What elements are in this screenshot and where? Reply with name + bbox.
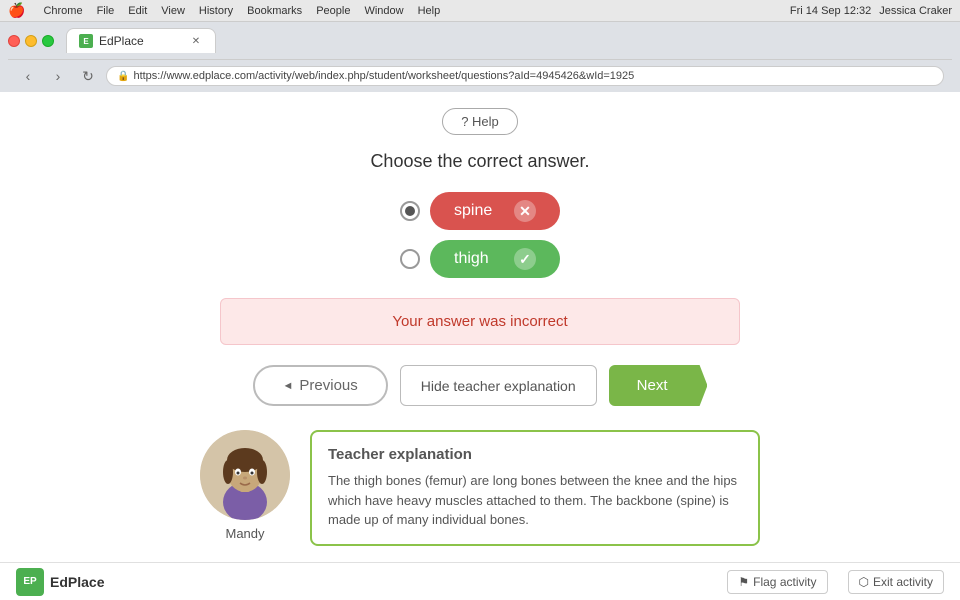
- next-button[interactable]: Next: [609, 365, 708, 406]
- option-thigh[interactable]: thigh ✓: [430, 240, 560, 278]
- menu-view[interactable]: View: [161, 5, 185, 17]
- footer-logo: EP EdPlace: [16, 568, 104, 596]
- menu-history[interactable]: History: [199, 5, 233, 17]
- option-row-spine: spine ✕: [400, 192, 560, 230]
- mac-menubar: 🍎 Chrome File Edit View History Bookmark…: [0, 0, 960, 22]
- exit-icon: ⬡: [859, 575, 869, 589]
- address-text: https://www.edplace.com/activity/web/ind…: [133, 70, 634, 82]
- menubar-right: Fri 14 Sep 12:32 Jessica Craker: [790, 5, 952, 17]
- option-spine[interactable]: spine ✕: [430, 192, 560, 230]
- help-button[interactable]: ? Help: [442, 108, 518, 135]
- exit-activity-button[interactable]: ⬡ Exit activity: [848, 570, 945, 594]
- browser-tab[interactable]: E EdPlace ✕: [66, 28, 216, 53]
- page-content: ? Help Choose the correct answer. spine …: [0, 92, 960, 598]
- reload-button[interactable]: ↻: [76, 64, 100, 88]
- menubar-user: Jessica Craker: [879, 5, 952, 17]
- menu-window[interactable]: Window: [364, 5, 403, 17]
- tab-title: EdPlace: [99, 34, 144, 48]
- address-bar-row: ‹ › ↻ 🔒 https://www.edplace.com/activity…: [8, 59, 952, 92]
- edplace-logo-icon: EP: [16, 568, 44, 596]
- teacher-name: Mandy: [225, 526, 264, 541]
- footer-logo-text: EdPlace: [50, 574, 104, 590]
- radio-spine[interactable]: [400, 201, 420, 221]
- flag-activity-button[interactable]: ⚑ Flag activity: [727, 570, 827, 594]
- apple-icon: 🍎: [8, 2, 25, 19]
- browser-chrome: E EdPlace ✕ ‹ › ↻ 🔒 https://www.edplace.…: [0, 22, 960, 92]
- explanation-text: The thigh bones (femur) are long bones b…: [328, 471, 742, 530]
- feedback-banner: Your answer was incorrect: [220, 298, 740, 345]
- explanation-title: Teacher explanation: [328, 446, 742, 463]
- feedback-text: Your answer was incorrect: [392, 313, 567, 330]
- options-container: spine ✕ thigh ✓: [20, 192, 940, 278]
- browser-controls: E EdPlace ✕: [8, 28, 952, 53]
- menu-people[interactable]: People: [316, 5, 350, 17]
- minimize-window-button[interactable]: [25, 35, 37, 47]
- tab-favicon: E: [79, 34, 93, 48]
- forward-button[interactable]: ›: [46, 64, 70, 88]
- close-window-button[interactable]: [8, 35, 20, 47]
- flag-icon: ⚑: [738, 575, 749, 589]
- tab-close-button[interactable]: ✕: [189, 34, 203, 48]
- question-text: Choose the correct answer.: [20, 151, 940, 172]
- back-button[interactable]: ‹: [16, 64, 40, 88]
- teacher-illustration: [200, 430, 290, 520]
- footer-right: ⚑ Flag activity ⬡ Exit activity: [727, 570, 944, 594]
- hide-explanation-button[interactable]: Hide teacher explanation: [400, 365, 597, 406]
- menu-bookmarks[interactable]: Bookmarks: [247, 5, 302, 17]
- tab-bar: E EdPlace ✕: [66, 28, 216, 53]
- radio-thigh[interactable]: [400, 249, 420, 269]
- explanation-box: Teacher explanation The thigh bones (fem…: [310, 430, 760, 546]
- nav-buttons: Previous Hide teacher explanation Next: [20, 365, 940, 406]
- lock-icon: 🔒: [117, 71, 129, 82]
- menu-help[interactable]: Help: [418, 5, 441, 17]
- traffic-lights: [8, 35, 54, 47]
- menu-chrome[interactable]: Chrome: [43, 5, 82, 17]
- teacher-avatar-wrap: Mandy: [200, 430, 290, 541]
- address-bar[interactable]: 🔒 https://www.edplace.com/activity/web/i…: [106, 66, 944, 86]
- option-spine-label: spine: [454, 202, 492, 220]
- teacher-section: Mandy Teacher explanation The thigh bone…: [200, 430, 760, 546]
- page-footer: EP EdPlace ⚑ Flag activity ⬡ Exit activi…: [0, 562, 960, 600]
- teacher-avatar: [200, 430, 290, 520]
- option-thigh-label: thigh: [454, 250, 489, 268]
- menu-edit[interactable]: Edit: [128, 5, 147, 17]
- fullscreen-window-button[interactable]: [42, 35, 54, 47]
- menubar-time: Fri 14 Sep 12:32: [790, 5, 871, 17]
- previous-button[interactable]: Previous: [253, 365, 388, 406]
- menu-file[interactable]: File: [97, 5, 115, 17]
- option-row-thigh: thigh ✓: [400, 240, 560, 278]
- option-spine-icon: ✕: [514, 200, 536, 222]
- option-thigh-icon: ✓: [514, 248, 536, 270]
